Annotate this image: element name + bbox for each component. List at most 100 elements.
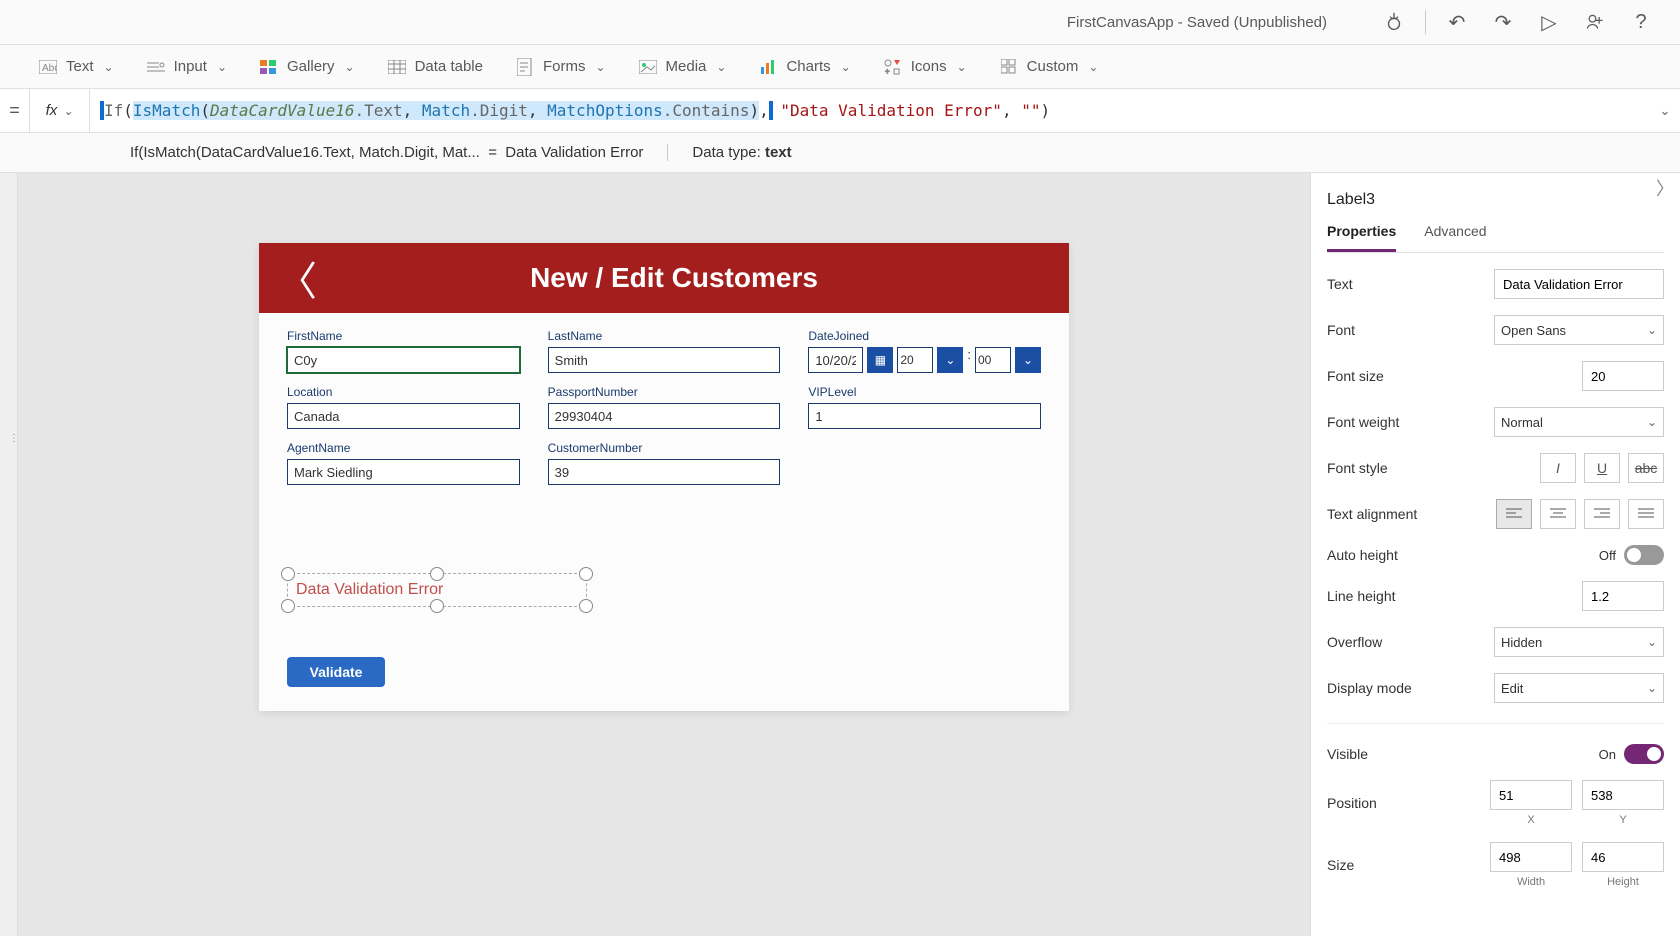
gallery-icon [259,57,279,77]
input-hour[interactable] [897,347,933,373]
ribbon-custom[interactable]: Custom⌄ [999,57,1099,77]
input-agent-name[interactable] [287,459,520,485]
prop-input-font-size[interactable] [1582,361,1664,391]
field-customer-number: CustomerNumber [548,441,781,485]
field-agent-name: AgentName [287,441,520,485]
tab-properties[interactable]: Properties [1327,223,1396,252]
share-icon[interactable] [1576,3,1614,41]
custom-icon [999,57,1019,77]
field-passport-number: PassportNumber [548,385,781,429]
prop-select-display-mode[interactable]: Edit⌄ [1494,673,1664,703]
field-location: Location [287,385,520,429]
calendar-icon[interactable]: ▦ [867,347,893,373]
table-icon [387,57,407,77]
input-minute[interactable] [975,347,1011,373]
strikethrough-icon[interactable]: abc [1628,453,1664,483]
input-passport-number[interactable] [548,403,781,429]
field-date-joined: DateJoined ▦ ⌄ : ⌄ [808,329,1041,373]
input-vip-level[interactable] [808,403,1041,429]
prop-input-y[interactable] [1582,780,1664,810]
prop-select-font[interactable]: Open Sans⌄ [1494,315,1664,345]
align-left-icon[interactable] [1496,499,1532,529]
toggle-visible[interactable] [1624,744,1664,764]
validate-button[interactable]: Validate [287,657,385,687]
formula-result-lhs: If(IsMatch(DataCardValue16.Text, Match.D… [130,144,480,161]
field-first-name: FirstName [287,329,520,373]
prop-input-x[interactable] [1490,780,1572,810]
app-canvas[interactable]: 〈 New / Edit Customers FirstName LastNam… [259,243,1069,711]
prop-label-text-align: Text alignment [1327,506,1417,522]
resize-handle[interactable] [579,599,593,613]
ribbon-input[interactable]: Input⌄ [146,57,227,77]
input-customer-number[interactable] [548,459,781,485]
main-area: ⋮⋮ 〈 New / Edit Customers FirstName Last… [0,173,1680,936]
input-first-name[interactable] [287,347,520,373]
forms-icon [515,57,535,77]
prop-label-visible: Visible [1327,746,1368,762]
formula-bar: = fx⌄ If(IsMatch(DataCardValue16.Text, M… [0,89,1680,133]
ribbon-data-table[interactable]: Data table [387,57,483,77]
prop-input-height[interactable] [1582,842,1664,872]
ribbon-text[interactable]: AbcText⌄ [38,57,114,77]
error-label-text: Data Validation Error [296,581,443,599]
ribbon-media[interactable]: Media⌄ [638,57,727,77]
italic-icon[interactable]: I [1540,453,1576,483]
align-center-icon[interactable] [1540,499,1576,529]
align-right-icon[interactable] [1584,499,1620,529]
prop-label-line-height: Line height [1327,588,1396,604]
undo-icon[interactable]: ↶ [1438,3,1476,41]
toggle-auto-height[interactable] [1624,545,1664,565]
input-icon [146,57,166,77]
label-last-name: LastName [548,329,781,343]
prop-label-overflow: Overflow [1327,634,1382,650]
prop-select-font-weight[interactable]: Normal⌄ [1494,407,1664,437]
play-icon[interactable]: ▷ [1530,3,1568,41]
formula-fx-button[interactable]: fx⌄ [30,89,90,132]
prop-label-auto-height: Auto height [1327,547,1398,563]
resize-handle[interactable] [579,567,593,581]
panel-scroll-right-icon[interactable]: 〉 [1656,175,1674,201]
prop-label-text: Text [1327,276,1353,292]
ribbon-forms[interactable]: Forms⌄ [515,57,606,77]
formula-equals: = [0,89,30,132]
prop-input-text[interactable] [1494,269,1664,299]
text-icon: Abc [38,57,58,77]
align-justify-icon[interactable] [1628,499,1664,529]
prop-input-width[interactable] [1490,842,1572,872]
icons-icon: + [883,57,903,77]
formula-data-type: text [765,144,792,161]
ribbon-gallery[interactable]: Gallery⌄ [259,57,355,77]
resize-handle[interactable] [430,599,444,613]
resize-handle[interactable] [281,599,295,613]
label-location: Location [287,385,520,399]
resize-handle[interactable] [281,567,295,581]
hour-dropdown-icon[interactable]: ⌄ [937,347,963,373]
prop-label-size: Size [1327,857,1354,873]
charts-icon [758,57,778,77]
canvas-area: 〈 New / Edit Customers FirstName LastNam… [18,173,1310,936]
ribbon-icons[interactable]: +Icons⌄ [883,57,967,77]
underline-icon[interactable]: U [1584,453,1620,483]
chevron-down-icon: ⌄ [345,60,355,74]
selected-label-control[interactable]: Data Validation Error [287,573,587,607]
minute-dropdown-icon[interactable]: ⌄ [1015,347,1041,373]
chevron-down-icon: ⌄ [1088,60,1098,74]
formula-input[interactable]: If(IsMatch(DataCardValue16.Text, Match.D… [90,101,1650,120]
redo-icon[interactable]: ↷ [1484,3,1522,41]
tab-advanced[interactable]: Advanced [1424,223,1486,252]
prop-select-overflow[interactable]: Hidden⌄ [1494,627,1664,657]
resize-handle[interactable] [430,567,444,581]
formula-expand-icon[interactable]: ⌄ [1650,103,1680,119]
canvas-header: 〈 New / Edit Customers [259,243,1069,313]
ribbon-charts[interactable]: Charts⌄ [758,57,850,77]
prop-input-line-height[interactable] [1582,581,1664,611]
back-icon[interactable]: 〈 [277,249,317,307]
canvas-title: New / Edit Customers [337,262,1011,294]
input-last-name[interactable] [548,347,781,373]
label-date-joined: DateJoined [808,329,1041,343]
input-location[interactable] [287,403,520,429]
left-panel-collapsed[interactable]: ⋮⋮ [0,173,18,936]
help-icon[interactable]: ? [1622,3,1660,41]
input-date-joined[interactable] [808,347,863,373]
app-checker-icon[interactable] [1375,3,1413,41]
